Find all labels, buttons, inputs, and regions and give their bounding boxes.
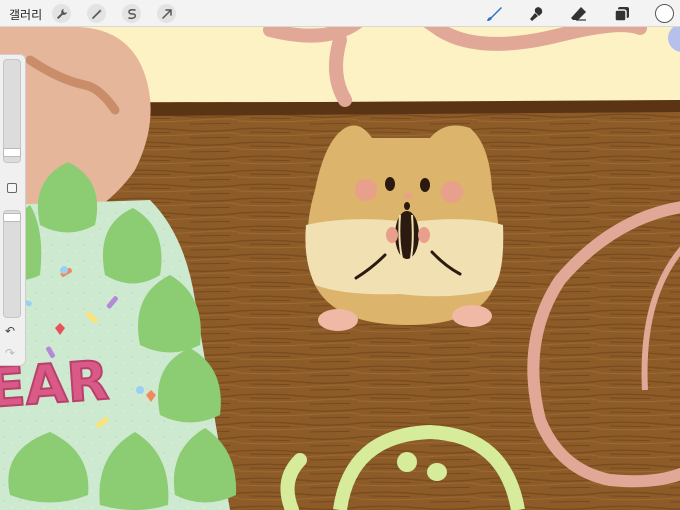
gallery-button[interactable]: 갤러리 [9,6,42,23]
layers-icon[interactable] [611,3,633,25]
selection-icon[interactable] [122,4,141,23]
smudge-icon[interactable] [526,3,548,25]
modify-square-icon[interactable] [7,183,17,193]
undo-icon[interactable]: ↶ [5,325,15,337]
opacity-thumb[interactable] [3,213,21,222]
wrench-icon[interactable] [52,4,71,23]
eraser-icon[interactable] [568,3,590,25]
hamster [305,125,504,331]
opacity-slider[interactable] [3,210,21,318]
move-arrow-icon[interactable] [157,4,176,23]
left-sidebar: ↶ ↷ [0,54,26,366]
brush-size-thumb[interactable] [3,148,21,157]
brush-size-slider[interactable] [3,59,21,163]
redo-icon[interactable]: ↷ [5,347,15,359]
color-picker-button[interactable] [655,4,674,23]
brush-icon[interactable] [483,3,505,25]
top-toolbar: 갤러리 [0,0,680,27]
sunflower-seed [395,211,419,259]
magic-wand-icon[interactable] [87,4,106,23]
drawing-canvas[interactable]: EAR [0,0,680,510]
